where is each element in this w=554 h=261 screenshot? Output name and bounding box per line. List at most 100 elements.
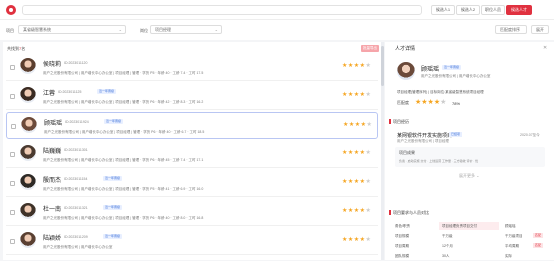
section-title: 项目经历 bbox=[393, 119, 409, 124]
candidate-company: 用户之光股份有限公司 bbox=[43, 158, 78, 162]
chevron-down-icon: ⌄ bbox=[118, 27, 122, 32]
sort-select[interactable]: 匹配度排序 bbox=[495, 25, 527, 34]
candidate-company: 用户之光股份有限公司 bbox=[44, 130, 79, 134]
compare-actual: 顾瑶瑶 bbox=[505, 224, 516, 228]
detail-star-rating: ★★★★★ bbox=[415, 99, 447, 106]
avatar bbox=[20, 87, 36, 103]
promotion-tag: 近一年晋级 bbox=[103, 205, 123, 210]
candidate-id: ID:2023011321 bbox=[64, 206, 88, 210]
candidate-row[interactable]: 陆巍巍 ID:2023011301 用户之光股份有限公司 | 用户增长中心办公室 |… bbox=[6, 141, 378, 168]
candidate-row[interactable]: 殷而杰 ID:2023011154 近一年晋级 用户之光股份有限公司 | 用户增长中心… bbox=[6, 170, 378, 197]
match-badge: 匹配 bbox=[533, 233, 544, 238]
candidate-name[interactable]: 江蓉 bbox=[43, 88, 55, 97]
compare-requirement: 项目经理负责项目交付 bbox=[439, 222, 499, 230]
avatar bbox=[20, 145, 36, 161]
score-percent: 78% bbox=[452, 101, 461, 106]
detail-title: 人才详情 bbox=[395, 46, 416, 52]
candidate-field: 项目经理 bbox=[115, 100, 130, 104]
row-checkbox[interactable] bbox=[10, 181, 15, 186]
candidate-meta: 管理 · 学历 P5 · 年龄 40 · 工龄 7.4 · 工时 17.5 bbox=[132, 71, 204, 75]
compare-item: 项目规模 bbox=[395, 234, 409, 238]
app-logo bbox=[6, 5, 16, 15]
candidate-meta: 管理 · 学历 P5 · 年龄 41 · 工龄 6.9 · 工时 16.0 bbox=[132, 187, 204, 191]
list-header-suffix: 名 bbox=[21, 46, 26, 51]
list-header: 共找到7名 bbox=[7, 46, 25, 52]
candidate-name[interactable]: 陆巍巍 bbox=[43, 146, 61, 155]
compare-actual: 实际 bbox=[505, 254, 512, 258]
global-search-input[interactable] bbox=[22, 5, 422, 15]
promotion-tag: 近一年晋级 bbox=[104, 119, 124, 124]
expand-more-link[interactable]: 展开更多 ⌄ bbox=[459, 173, 479, 179]
row-checkbox[interactable] bbox=[10, 152, 15, 157]
compare-requirement: 12个月 bbox=[442, 244, 453, 248]
candidate-name[interactable]: 顾瑶瑶 bbox=[44, 118, 62, 127]
expand-filters-button[interactable]: 展开 bbox=[531, 25, 549, 34]
detail-company: 用户之光股份有限公司 | 用户增长中心办公室 bbox=[421, 74, 491, 78]
compare-requirement: 30人 bbox=[442, 254, 450, 258]
candidate-name[interactable]: 殷而杰 bbox=[43, 175, 61, 184]
filter-project-select[interactable]: 某省级智慧系统 ⌄ bbox=[18, 25, 126, 34]
candidate-row[interactable]: 江蓉 ID:2023011125 近一年晋级用户之光股份有限公司 | 用户增长中心办… bbox=[6, 83, 378, 110]
candidate-row[interactable]: 顾瑶瑶 ID:2023011924 近一年晋级 用户之光股份有限公司 | 用户增长中心… bbox=[6, 112, 378, 139]
candidate-dept: 用户增长中心办公室 bbox=[80, 216, 113, 220]
compare-actual: 平均周期 bbox=[505, 244, 519, 248]
candidate-dept: 用户增长中心办公室 bbox=[80, 71, 113, 75]
avatar bbox=[20, 174, 36, 190]
nav-button-talent[interactable]: 候选人才 bbox=[506, 5, 532, 15]
row-checkbox[interactable] bbox=[10, 239, 15, 244]
star-rating: ★★★★★ bbox=[342, 63, 372, 69]
nav-button-2[interactable]: 候选人2 bbox=[456, 5, 480, 15]
star-rating: ★★★★★ bbox=[342, 150, 372, 156]
compare-requirement: 千万级 bbox=[442, 234, 453, 238]
close-icon[interactable]: ✕ bbox=[543, 45, 547, 51]
compare-row: 项目规模 千万级 千万级项目 匹配 bbox=[395, 232, 545, 241]
row-checkbox[interactable] bbox=[10, 65, 15, 70]
expand-label: 展开 bbox=[536, 27, 544, 32]
candidate-name[interactable]: 侯晓莉 bbox=[43, 59, 61, 68]
nav-button-1[interactable]: 候选人1 bbox=[431, 5, 455, 15]
avatar bbox=[397, 62, 415, 80]
export-button[interactable]: 批量导出 bbox=[361, 45, 379, 52]
candidate-meta: 管理 · 学历 P6 · 年龄 42 · 工龄 8.3 · 工时 16.2 bbox=[132, 100, 204, 104]
candidate-row[interactable]: 杜一南 ID:2023011321 近一年晋级 用户之光股份有限公司 | 用户增长中心… bbox=[6, 199, 378, 226]
filter-role-select[interactable]: 项目经理 ⌄ bbox=[150, 25, 222, 34]
candidate-id: ID:2023011301 bbox=[64, 148, 88, 152]
sort-value: 匹配度排序 bbox=[500, 27, 520, 32]
nav-button-3[interactable]: 职位人员 bbox=[481, 5, 505, 15]
candidate-list-panel: 共找到7名 批量导出 侯晓莉 ID:2023011120 用户之光股份有限公司 | … bbox=[3, 42, 381, 260]
candidate-info: 用户之光股份有限公司 | 用户增长中心办公室 | 项目经理 | 管理 · 学历 … bbox=[43, 100, 204, 104]
row-checkbox[interactable] bbox=[10, 94, 15, 99]
candidate-id: ID:2023011125 bbox=[58, 90, 82, 94]
compare-row: 项目周期 12个月 平均周期 匹配 bbox=[395, 242, 545, 251]
compare-item: 角色/职责 bbox=[395, 224, 410, 228]
compare-item: 团队规模 bbox=[395, 254, 409, 258]
top-bar: 候选人1 候选人2 职位人员 候选人才 bbox=[0, 0, 554, 20]
candidate-name[interactable]: 杜一南 bbox=[43, 204, 61, 213]
candidate-row[interactable]: 侯晓莉 ID:2023011120 用户之光股份有限公司 | 用户增长中心办公室 |… bbox=[6, 54, 378, 81]
promotion-tag: 近一年晋级 bbox=[97, 89, 117, 94]
row-checkbox[interactable] bbox=[10, 210, 15, 215]
compare-actual: 千万级项目 bbox=[505, 234, 523, 238]
candidate-dept: 用户增长中心办公室 bbox=[80, 245, 113, 249]
candidate-company: 用户之光股份有限公司 bbox=[43, 71, 78, 75]
candidate-row[interactable]: 陆颖娇 ID:2023011209 近一年晋级 用户之光股份有限公司 | 用户增长中心… bbox=[6, 228, 378, 255]
candidate-dept: 用户增长中心办公室 bbox=[81, 130, 114, 134]
candidate-meta: 管理 · 学历 P6 · 年龄 40 · 工龄 6.7 · 工时 18.5 bbox=[133, 130, 205, 134]
candidate-info: 用户之光股份有限公司 | 用户增长中心办公室 | 项目经理 | 管理 · 学历 … bbox=[43, 158, 204, 162]
star-rating: ★★★★★ bbox=[342, 179, 372, 185]
promotion-tag: 近一年晋级 bbox=[103, 234, 123, 239]
star-rating: ★★★★★ bbox=[342, 237, 372, 243]
list-scrollbar[interactable] bbox=[381, 42, 384, 260]
candidate-id: ID:2023011209 bbox=[64, 235, 88, 239]
candidate-name[interactable]: 陆颖娇 bbox=[43, 233, 61, 242]
achievement-box: 项目成果 负责 · 启动实施 交付 · 上线运营 工作量 · 三方验收 评价 ·… bbox=[395, 147, 545, 167]
section-title: 项目要求与人员对比 bbox=[393, 210, 429, 215]
candidate-company: 用户之光股份有限公司 bbox=[43, 100, 78, 104]
compare-row: 角色/职责 项目经理负责项目交付 顾瑶瑶 bbox=[395, 222, 545, 231]
section-project-experience: 项目经历 bbox=[389, 119, 550, 125]
chevron-down-icon: ⌄ bbox=[214, 27, 218, 32]
compare-item: 项目周期 bbox=[395, 244, 409, 248]
candidate-field: 项目经理 bbox=[115, 216, 130, 220]
row-checkbox[interactable] bbox=[11, 124, 16, 129]
scrollbar-thumb[interactable] bbox=[381, 46, 384, 86]
